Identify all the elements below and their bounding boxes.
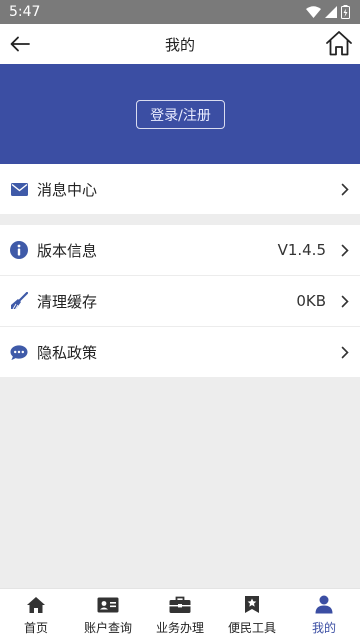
page-title: 我的 bbox=[164, 35, 195, 54]
user-icon bbox=[315, 594, 333, 616]
menu-item-label: 消息中心 bbox=[37, 180, 98, 199]
wifi-icon bbox=[306, 6, 321, 18]
chevron-right-icon bbox=[340, 345, 350, 359]
chevron-right-icon bbox=[340, 294, 350, 308]
nav-bar: 我的 bbox=[0, 24, 360, 64]
tab-label: 业务办理 bbox=[155, 620, 204, 635]
id-card-icon bbox=[97, 594, 119, 616]
version-value: V1.4.5 bbox=[277, 241, 326, 259]
signal-icon bbox=[325, 6, 337, 18]
chat-icon bbox=[10, 343, 28, 361]
menu-item-label: 版本信息 bbox=[37, 241, 98, 260]
status-time: 5:47 bbox=[9, 4, 41, 20]
broom-icon bbox=[10, 292, 28, 310]
tab-mine[interactable]: 我的 bbox=[288, 589, 360, 640]
tab-label: 便民工具 bbox=[227, 620, 276, 635]
bottom-tab-bar: 首页 账户查询 业务办理 便民工具 我的 bbox=[0, 588, 360, 640]
menu-item-privacy[interactable]: 隐私政策 bbox=[0, 326, 360, 377]
cache-size-value: 0KB bbox=[296, 292, 326, 310]
menu-item-clear-cache[interactable]: 清理缓存 0KB bbox=[0, 275, 360, 326]
tab-tools[interactable]: 便民工具 bbox=[216, 589, 288, 640]
back-button[interactable] bbox=[8, 32, 32, 56]
tab-label: 账户查询 bbox=[83, 620, 132, 635]
menu-item-label: 隐私政策 bbox=[37, 343, 98, 362]
menu-item-version[interactable]: 版本信息 V1.4.5 bbox=[0, 225, 360, 275]
tab-business[interactable]: 业务办理 bbox=[144, 589, 216, 640]
status-icons bbox=[306, 5, 350, 19]
home-outline-icon bbox=[326, 31, 352, 56]
info-icon bbox=[10, 241, 28, 259]
tab-label: 我的 bbox=[311, 620, 336, 635]
chevron-right-icon bbox=[340, 243, 350, 257]
tab-label: 首页 bbox=[23, 620, 48, 635]
settings-card: 版本信息 V1.4.5 清理缓存 0KB 隐私政策 bbox=[0, 225, 360, 377]
profile-banner: 登录/注册 bbox=[0, 64, 360, 164]
bookmark-star-icon bbox=[244, 594, 260, 616]
mail-icon bbox=[10, 180, 28, 198]
login-register-button[interactable]: 登录/注册 bbox=[136, 100, 225, 129]
home-button[interactable] bbox=[324, 28, 354, 58]
menu-item-messages[interactable]: 消息中心 bbox=[0, 164, 360, 214]
home-icon bbox=[26, 594, 46, 616]
menu-item-label: 清理缓存 bbox=[37, 292, 98, 311]
status-bar: 5:47 bbox=[0, 0, 360, 24]
arrow-left-icon bbox=[10, 36, 30, 52]
battery-icon bbox=[341, 5, 350, 19]
briefcase-icon bbox=[169, 594, 191, 616]
tab-account-query[interactable]: 账户查询 bbox=[72, 589, 144, 640]
chevron-right-icon bbox=[340, 182, 350, 196]
messages-card: 消息中心 bbox=[0, 164, 360, 214]
tab-home[interactable]: 首页 bbox=[0, 589, 72, 640]
